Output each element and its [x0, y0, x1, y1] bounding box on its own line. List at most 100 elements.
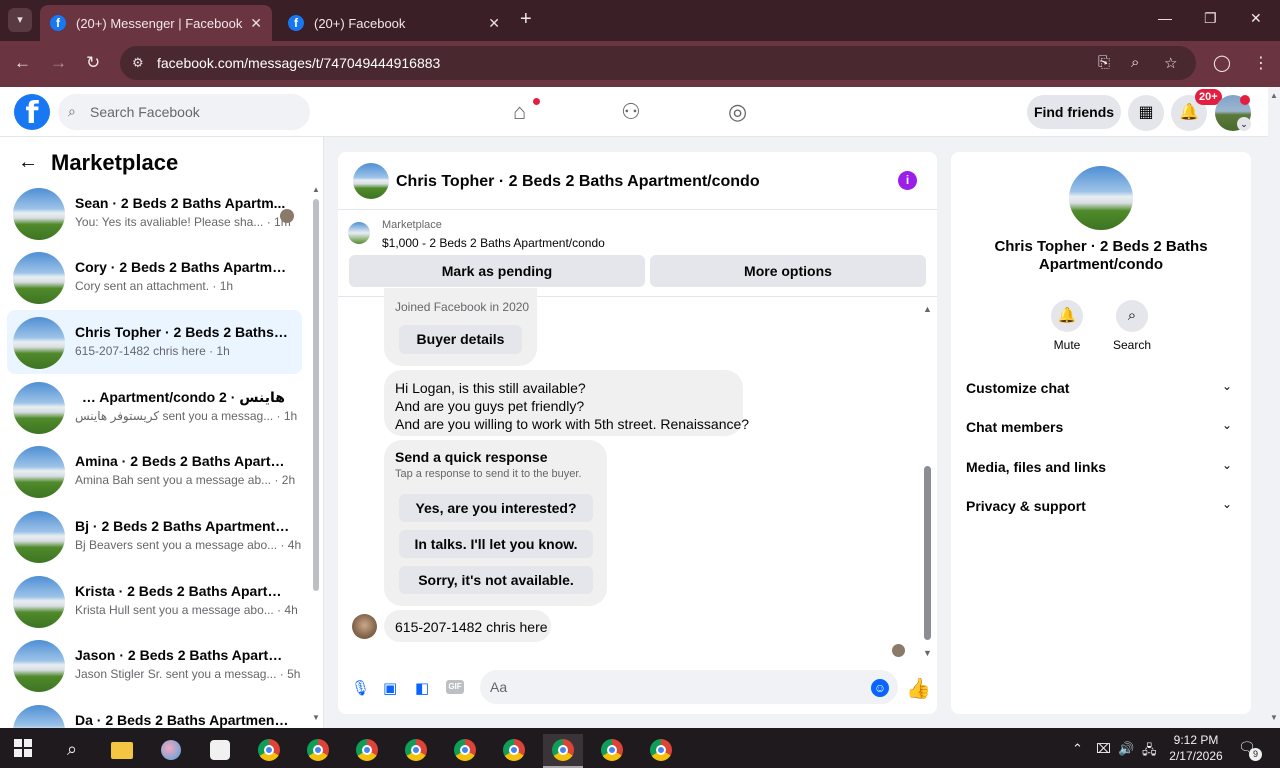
gif-icon[interactable]: GIF: [446, 680, 464, 694]
page-scrollbar[interactable]: ▲ ▼: [1268, 87, 1280, 728]
chrome-profile-icon[interactable]: [445, 734, 485, 768]
page-scroll-up-icon[interactable]: ▲: [1270, 91, 1278, 100]
chrome-profile-icon[interactable]: [298, 734, 338, 768]
network-icon[interactable]: 🖧: [1142, 741, 1157, 763]
chat-scroll-down-icon[interactable]: ▼: [923, 648, 932, 658]
house-avatar: [13, 511, 65, 563]
find-friends-button[interactable]: Find friends: [1027, 95, 1121, 129]
zoom-icon[interactable]: ⌕: [1131, 54, 1139, 71]
tab-search-button[interactable]: ▾: [8, 8, 32, 32]
chevron-down-icon[interactable]: ⌄: [1237, 117, 1251, 131]
browser-tab-messenger[interactable]: f (20+) Messenger | Facebook ✕: [40, 5, 272, 41]
chrome-profile-icon[interactable]: [494, 734, 534, 768]
media-files-links-row[interactable]: Media, files and links ⌄: [966, 455, 1236, 479]
chrome-profile-icon[interactable]: [347, 734, 387, 768]
facebook-search[interactable]: ⌕ Search Facebook: [58, 94, 310, 130]
file-explorer-icon[interactable]: [102, 734, 142, 768]
tab-close-icon[interactable]: ✕: [250, 15, 262, 32]
facebook-logo-icon[interactable]: f: [14, 94, 50, 131]
mute-button[interactable]: 🔔 Mute: [1037, 300, 1097, 352]
conversation-item[interactable]: Bj · 2 Beds 2 Baths Apartment/c... Bj Be…: [7, 504, 302, 568]
more-options-button[interactable]: More options: [650, 255, 926, 287]
chrome-icon[interactable]: [249, 734, 289, 768]
paint-app-icon[interactable]: [151, 734, 191, 768]
chrome-profile-icon[interactable]: [641, 734, 681, 768]
forward-button[interactable]: →: [50, 53, 67, 73]
browser-menu-icon[interactable]: ⋮: [1253, 53, 1269, 73]
page-scroll-down-icon[interactable]: ▼: [1270, 713, 1278, 722]
browser-tab-facebook[interactable]: f (20+) Facebook ✕: [278, 5, 510, 41]
conversation-item[interactable]: Cory · 2 Beds 2 Baths Apartmen... Cory s…: [7, 245, 302, 309]
meet-icon[interactable]: ⌧: [1096, 741, 1111, 757]
home-icon[interactable]: ⌂: [513, 99, 526, 125]
friends-icon[interactable]: ⚇: [621, 99, 641, 125]
conversation-preview: Bj Beavers sent you a message abo... · 4…: [75, 538, 302, 552]
quick-response-button[interactable]: In talks. I'll let you know.: [399, 530, 593, 558]
conversation-item[interactable]: Amina · 2 Beds 2 Baths Apartme... Amina …: [7, 439, 302, 503]
taskbar-search-icon[interactable]: ⌕: [52, 734, 92, 768]
back-button[interactable]: ←: [14, 53, 31, 73]
capcut-icon[interactable]: [200, 734, 240, 768]
conversation-title: Krista · 2 Beds 2 Baths Apartme...: [75, 583, 290, 599]
groups-icon[interactable]: ◎: [728, 99, 747, 125]
menu-grid-icon[interactable]: ▦: [1128, 95, 1164, 131]
restore-button[interactable]: ❐: [1204, 10, 1217, 27]
sidebar-scroll-up-icon[interactable]: ▲: [312, 185, 320, 194]
quick-response-button[interactable]: Sorry, it's not available.: [399, 566, 593, 594]
window-close-button[interactable]: ✕: [1250, 10, 1262, 27]
listing-thumbnail[interactable]: [348, 222, 370, 244]
emoji-icon[interactable]: ☺: [871, 679, 889, 697]
microphone-icon[interactable]: 🎙: [351, 679, 370, 697]
customize-chat-row[interactable]: Customize chat ⌄: [966, 376, 1236, 400]
windows-start-icon[interactable]: [14, 739, 32, 757]
sidebar-scrollbar[interactable]: [313, 199, 319, 591]
windows-taskbar: ⌕ ⌃ ⌧ 🔊 🖧 9:12 PM 2/17/2026 🗨 9: [0, 728, 1280, 768]
chrome-profile-icon[interactable]: [592, 734, 632, 768]
buyer-details-button[interactable]: Buyer details: [399, 325, 522, 354]
chat-members-row[interactable]: Chat members ⌄: [966, 415, 1236, 439]
chat-title[interactable]: Chris Topher · 2 Beds 2 Baths Apartment/…: [396, 173, 760, 191]
conversation-item-selected[interactable]: Chris Topher · 2 Beds 2 Baths Ap... 615-…: [7, 310, 302, 374]
url-text[interactable]: facebook.com/messages/t/747049444916883: [157, 55, 440, 71]
conversation-item[interactable]: هاينس · 2 Beds 2 Baths Apartment/condo..…: [7, 375, 302, 439]
conversation-item[interactable]: Sean · 2 Beds 2 Baths Apartm... You: Yes…: [7, 181, 302, 245]
tab-close-icon[interactable]: ✕: [488, 15, 500, 32]
chat-header: Chris Topher · 2 Beds 2 Baths Apartment/…: [338, 152, 937, 210]
thumbs-up-icon[interactable]: 👍: [906, 676, 931, 701]
chrome-profile-icon-active[interactable]: [543, 734, 583, 768]
address-bar-row: ← → ↻ ⚙ facebook.com/messages/t/74704944…: [0, 41, 1280, 87]
chat-scrollbar[interactable]: [924, 466, 931, 640]
message-input[interactable]: [480, 670, 898, 704]
conversation-item[interactable]: Krista · 2 Beds 2 Baths Apartme... Krist…: [7, 569, 302, 633]
install-app-icon[interactable]: ⎘: [1098, 54, 1110, 71]
info-avatar[interactable]: [1069, 166, 1133, 230]
conversation-item[interactable]: Da · 2 Beds 2 Baths Apartment/...: [7, 698, 302, 728]
search-placeholder[interactable]: Search Facebook: [90, 104, 200, 120]
new-tab-button[interactable]: +: [520, 8, 532, 31]
back-arrow-icon[interactable]: ←: [18, 151, 38, 174]
photo-icon[interactable]: ▣: [383, 679, 397, 697]
profile-icon[interactable]: ◯: [1213, 53, 1231, 73]
bookmark-star-icon[interactable]: ☆: [1164, 54, 1177, 72]
clock[interactable]: 9:12 PM 2/17/2026: [1168, 732, 1224, 764]
sender-avatar[interactable]: [352, 614, 377, 639]
chrome-profile-icon[interactable]: [396, 734, 436, 768]
listing-price[interactable]: $1,000 - 2 Beds 2 Baths Apartment/condo: [382, 236, 605, 250]
site-info-icon[interactable]: ⚙: [132, 55, 144, 71]
conversation-preview: Jason Stigler Sr. sent you a messag... ·…: [75, 667, 301, 681]
chat-scroll-up-icon[interactable]: ▲: [923, 304, 932, 314]
search-conversation-button[interactable]: ⌕ Search: [1102, 300, 1162, 352]
quick-response-button[interactable]: Yes, are you interested?: [399, 494, 593, 522]
mark-as-pending-button[interactable]: Mark as pending: [349, 255, 645, 287]
sticker-icon[interactable]: ◧: [415, 679, 429, 697]
conversation-item[interactable]: Jason · 2 Beds 2 Baths Apartme... Jason …: [7, 633, 302, 697]
reload-button[interactable]: ↻: [86, 53, 100, 73]
info-icon[interactable]: i: [898, 171, 917, 190]
omnibox[interactable]: ⚙ facebook.com/messages/t/74704944491688…: [120, 46, 1196, 80]
chat-avatar[interactable]: [353, 163, 389, 199]
minimize-button[interactable]: —: [1158, 10, 1172, 26]
tray-chevron-icon[interactable]: ⌃: [1072, 741, 1083, 757]
volume-icon[interactable]: 🔊: [1118, 741, 1134, 757]
privacy-support-row[interactable]: Privacy & support ⌄: [966, 494, 1236, 518]
sidebar-scroll-down-icon[interactable]: ▼: [312, 713, 320, 722]
